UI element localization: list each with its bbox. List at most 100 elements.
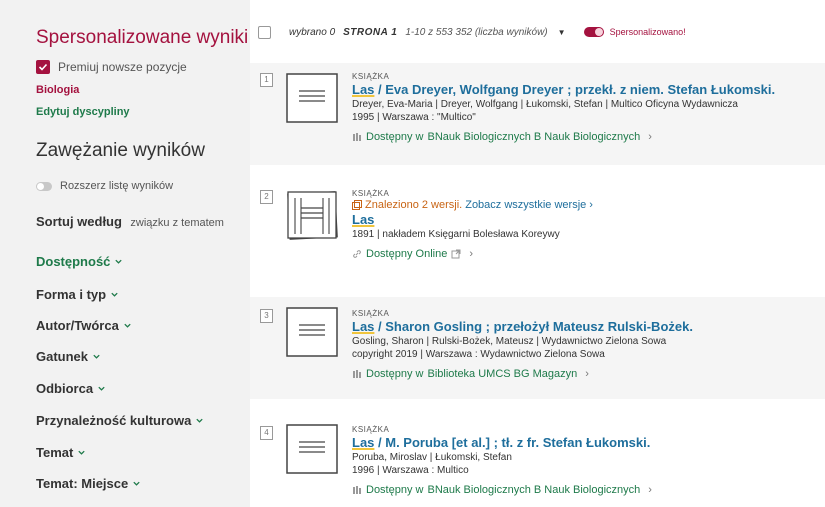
availability-location[interactable]: Biblioteka UMCS BG Magazyn [427,368,577,380]
facet-label: Autor/Twórca [36,318,119,333]
result-authors: Dreyer, Eva-Maria | Dreyer, Wolfgang | Ł… [352,99,738,110]
result-title[interactable]: Las / Sharon Gosling ; przełożył Mateusz… [352,319,693,334]
versions-row[interactable]: Znaleziono 2 wersji. Zobacz wszystkie we… [352,199,593,211]
results-panel: wybrano 0 STRONA 1 1-10 z 553 352 (liczb… [250,0,825,507]
title-first[interactable]: Las [352,319,374,334]
book-icon[interactable] [286,73,338,123]
facet-author[interactable]: Autor/Twórca [36,318,132,333]
library-icon [353,486,361,494]
book-icon[interactable] [286,424,338,474]
chevron-right-icon[interactable]: › [469,248,473,260]
library-icon [353,370,361,378]
result-item[interactable]: 1 KSIĄŻKA Las / Eva Dreyer, Wolfgang Dre… [250,63,825,165]
facet-cultural[interactable]: Przynależność kulturowa [36,413,204,428]
versions-icon [352,200,362,210]
result-number[interactable]: 4 [260,426,273,440]
result-publication: copyright 2019 | Warszawa : Wydawnictwo … [352,349,605,360]
title-first[interactable]: Las [352,435,374,450]
title-rest[interactable]: / Sharon Gosling ; przełożył Mateusz Rul… [374,319,693,334]
see-all-versions-link[interactable]: Zobacz wszystkie wersje [465,199,586,211]
personalized-label: Spersonalizowano! [609,27,686,37]
library-icon [353,133,361,141]
result-type: KSIĄŻKA [352,309,390,318]
chevron-down-icon [133,481,140,486]
availability-location[interactable]: BNauk Biologicznych B Nauk Biologicznych [427,484,640,496]
facet-label: Temat: Miejsce [36,476,129,491]
facet-audience[interactable]: Odbiorca [36,381,106,396]
result-type: KSIĄŻKA [352,72,390,81]
result-item[interactable]: 2 KSIĄŻKA Znaleziono 2 wersji. Zobacz ws… [250,180,825,282]
selected-count: wybrano 0 [289,26,336,38]
chevron-right-icon[interactable]: › [648,484,652,496]
sort-control[interactable]: Sortuj według związku z tematem [36,213,224,231]
result-title[interactable]: Las [352,212,593,227]
result-item[interactable]: 4 KSIĄŻKA Las / M. Poruba [et al.] ; tł.… [250,414,825,507]
title-first[interactable]: Las [352,82,374,97]
facet-form-type[interactable]: Forma i typ [36,287,119,302]
availability-location[interactable]: BNauk Biologicznych B Nauk Biologicznych [427,131,640,143]
chevron-down-icon [124,323,131,328]
online-availability-link[interactable]: Dostępny Online › [352,248,593,260]
result-publication: 1996 | Warszawa : Multico [352,465,469,476]
page-indicator: STRONA 1 [343,26,398,38]
versions-found: Znaleziono 2 wersji. [365,199,463,211]
facet-subject-place[interactable]: Temat: Miejsce [36,476,141,491]
title-rest[interactable]: / Eva Dreyer, Wolfgang Dreyer ; przekł. … [374,82,775,97]
result-number[interactable]: 1 [260,73,273,87]
result-authors: Gosling, Sharon | Rulski-Bożek, Mateusz … [352,336,667,347]
result-body: KSIĄŻKA Las / Sharon Gosling ; przełożył… [352,309,693,380]
facet-label: Forma i typ [36,287,107,302]
result-number[interactable]: 3 [260,309,273,323]
result-number[interactable]: 2 [260,190,273,204]
chevron-down-icon [98,386,105,391]
title-rest[interactable]: / M. Poruba [et al.] ; tł. z fr. Stefan … [374,435,650,450]
book-icon[interactable] [286,307,338,357]
personalized-toggle[interactable] [583,27,604,37]
facet-availability[interactable]: Dostępność [36,254,123,269]
discipline-biology[interactable]: Biologia [36,84,79,96]
result-item[interactable]: 3 KSIĄŻKA Las / Sharon Gosling ; przełoż… [250,297,825,399]
facet-genre[interactable]: Gatunek [36,349,101,364]
sort-value[interactable]: związku z tematem [130,217,224,229]
external-link-icon[interactable] [451,249,461,259]
facet-subject[interactable]: Temat [36,445,86,460]
reward-new-label: Premiuj nowsze pozycje [58,60,187,74]
expand-list-label: Rozszerz listę wyników [60,180,174,192]
sidebar: Spersonalizowane wyniki Premiuj nowsze p… [0,0,250,507]
edit-disciplines-link[interactable]: Edytuj dyscypliny [36,106,130,118]
select-all-checkbox[interactable] [258,25,271,39]
facet-label: Odbiorca [36,381,94,396]
availability-text: Dostępny w [366,368,424,380]
result-title[interactable]: Las / Eva Dreyer, Wolfgang Dreyer ; prze… [352,82,775,97]
availability-link[interactable]: Dostępny w BNauk Biologicznych B Nauk Bi… [352,484,652,496]
result-body: KSIĄŻKA Las / M. Poruba [et al.] ; tł. z… [352,425,652,496]
chevron-down-icon [93,354,100,359]
narrow-results-title: Zawężanie wyników [36,140,205,161]
facet-label: Temat [36,445,74,460]
availability-link[interactable]: Dostępny w Biblioteka UMCS BG Magazyn › [352,368,693,380]
results-toolbar: wybrano 0 STRONA 1 1-10 z 553 352 (liczb… [250,22,686,42]
title-first[interactable]: Las [352,212,374,227]
result-publication: 1995 | Warszawa : "Multico" [352,112,476,123]
toggle-off-icon[interactable] [36,181,52,191]
multiple-versions-icon[interactable] [286,190,338,240]
facet-label: Przynależność kulturowa [36,413,192,428]
availability-link[interactable]: Dostępny w BNauk Biologicznych B Nauk Bi… [352,131,775,143]
chevron-right-icon[interactable]: › [648,131,652,143]
result-body: KSIĄŻKA Znaleziono 2 wersji. Zobacz wszy… [352,189,593,260]
personalized-results-title: Spersonalizowane wyniki [36,27,249,48]
result-type: KSIĄŻKA [352,189,390,198]
result-type: KSIĄŻKA [352,425,390,434]
caret-down-icon[interactable]: ▼ [558,28,566,37]
availability-text[interactable]: Dostępny Online [366,248,447,260]
chevron-right-icon[interactable]: › [589,199,593,211]
availability-text: Dostępny w [366,131,424,143]
reward-new-toggle[interactable]: Premiuj nowsze pozycje [36,60,187,74]
facet-label: Gatunek [36,349,89,364]
expand-list-toggle[interactable]: Rozszerz listę wyników [36,180,173,192]
checkbox-checked-icon[interactable] [36,60,50,74]
results-range: 1-10 z 553 352 (liczba wyników) [405,26,548,38]
result-title[interactable]: Las / M. Poruba [et al.] ; tł. z fr. Ste… [352,435,652,450]
chevron-right-icon[interactable]: › [585,368,589,380]
result-body: KSIĄŻKA Las / Eva Dreyer, Wolfgang Dreye… [352,72,775,143]
